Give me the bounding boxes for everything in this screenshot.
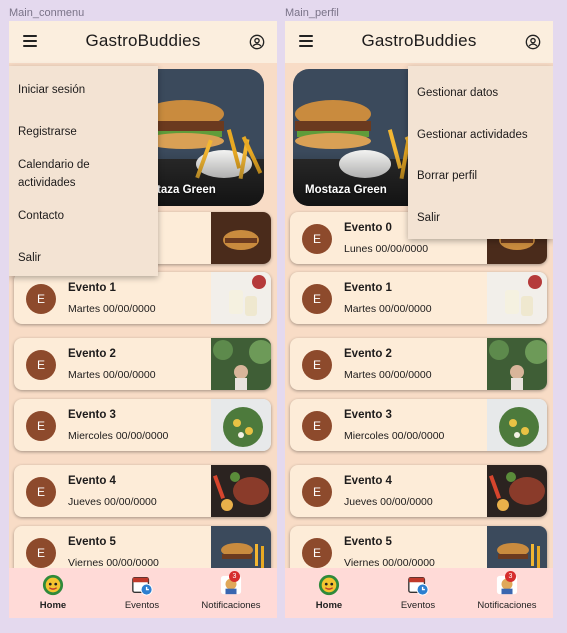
event-date: Jueves 00/00/0000 (68, 496, 157, 508)
calendar-clock-icon (132, 576, 153, 596)
profile-menu: Gestionar datos Gestionar actividades Bo… (408, 66, 553, 239)
event-date: Martes 00/00/0000 (344, 369, 432, 381)
event-avatar: E (302, 350, 332, 380)
app-title: GastroBuddies (361, 31, 477, 50)
menu-item-contacto[interactable]: Contacto (18, 207, 150, 225)
event-thumbnail (211, 212, 271, 264)
frame-label-main-conmenu: Main_conmenu (9, 7, 85, 19)
calendar-clock-icon (408, 576, 429, 596)
event-thumbnail (211, 272, 271, 324)
event-thumbnail (211, 465, 271, 517)
event-title: Evento 2 (344, 348, 392, 360)
event-title: Evento 4 (68, 475, 116, 487)
event-title: Evento 3 (344, 409, 392, 421)
hero-restaurant-name: Mostaza Green (305, 184, 387, 196)
menu-item-gestionar-actividades[interactable]: Gestionar actividades (417, 126, 545, 144)
menu-item-gestionar-datos[interactable]: Gestionar datos (417, 84, 545, 102)
event-date: Jueves 00/00/0000 (344, 496, 433, 508)
event-thumbnail (487, 338, 547, 390)
app-bar: GastroBuddies (285, 21, 553, 63)
notification-badge: 3 (505, 571, 516, 582)
event-avatar: E (302, 284, 332, 314)
event-avatar: E (302, 477, 332, 507)
navigation-menu: Iniciar sesión Registrarse Calendario de… (9, 66, 158, 276)
event-card[interactable]: E Evento 2 Martes 00/00/0000 (14, 338, 271, 390)
nav-notifications[interactable]: 3 Notificaciones (191, 571, 271, 611)
event-card[interactable]: E Evento 3 Miercoles 00/00/0000 (14, 399, 271, 451)
nav-home[interactable]: Home (13, 574, 93, 611)
nav-home-label: Home (39, 600, 67, 611)
event-avatar: E (302, 538, 332, 568)
notification-badge: 3 (229, 571, 240, 582)
event-title: Evento 5 (68, 536, 116, 548)
event-avatar: E (302, 224, 332, 254)
nav-notifications-label: Notificaciones (201, 600, 261, 611)
nav-events[interactable]: Eventos (102, 574, 182, 611)
app-title: GastroBuddies (85, 31, 201, 50)
event-thumbnail (487, 272, 547, 324)
event-date: Miercoles 00/00/0000 (344, 430, 445, 442)
menu-item-iniciar-sesion[interactable]: Iniciar sesión (18, 81, 150, 99)
event-title: Evento 3 (68, 409, 116, 421)
home-icon (42, 574, 64, 596)
event-thumbnail (487, 399, 547, 451)
event-date: Martes 00/00/0000 (68, 369, 156, 381)
event-avatar: E (26, 350, 56, 380)
nav-events-label: Eventos (124, 600, 160, 611)
event-avatar: E (302, 411, 332, 441)
event-title: Evento 2 (68, 348, 116, 360)
menu-item-registrarse[interactable]: Registrarse (18, 123, 150, 141)
event-avatar: E (26, 477, 56, 507)
nav-events-label: Eventos (400, 600, 436, 611)
event-date: Miercoles 00/00/0000 (68, 430, 169, 442)
event-date: Martes 00/00/0000 (344, 303, 432, 315)
event-avatar: E (26, 284, 56, 314)
event-avatar: E (26, 538, 56, 568)
menu-item-borrar-perfil[interactable]: Borrar perfil (417, 167, 545, 185)
app-bar: GastroBuddies (9, 21, 277, 63)
event-thumbnail (211, 338, 271, 390)
nav-home-label: Home (315, 600, 343, 611)
event-card[interactable]: E Evento 1 Martes 00/00/0000 (14, 272, 271, 324)
event-title: Evento 5 (344, 536, 392, 548)
menu-item-salir[interactable]: Salir (417, 209, 545, 227)
event-card[interactable]: E Evento 1 Martes 00/00/0000 (290, 272, 547, 324)
event-title: Evento 1 (344, 282, 392, 294)
bottom-navigation: Home Eventos 3 Notificaciones (9, 568, 277, 618)
event-card[interactable]: E Evento 3 Miercoles 00/00/0000 (290, 399, 547, 451)
nav-notifications-label: Notificaciones (477, 600, 537, 611)
event-date: Martes 00/00/0000 (68, 303, 156, 315)
menu-item-salir[interactable]: Salir (18, 249, 150, 267)
home-icon (318, 574, 340, 596)
nav-home[interactable]: Home (289, 574, 369, 611)
event-card[interactable]: E Evento 4 Jueves 00/00/0000 (290, 465, 547, 517)
event-thumbnail (487, 465, 547, 517)
event-title: Evento 1 (68, 282, 116, 294)
nav-notifications[interactable]: 3 Notificaciones (467, 571, 547, 611)
event-title: Evento 4 (344, 475, 392, 487)
bottom-navigation: Home Eventos 3 Notificaciones (285, 568, 553, 618)
menu-item-calendario[interactable]: Calendario de actividades (18, 156, 150, 192)
phone-screen-main-perfil: GastroBuddies Mostaza Green E Evento 0 L… (285, 21, 553, 618)
frame-label-main-perfil: Main_perfil (285, 7, 339, 19)
event-date: Lunes 00/00/0000 (344, 243, 429, 255)
nav-events[interactable]: Eventos (378, 574, 458, 611)
account-circle-icon[interactable] (525, 34, 541, 50)
event-thumbnail (211, 399, 271, 451)
event-card[interactable]: E Evento 2 Martes 00/00/0000 (290, 338, 547, 390)
event-avatar: E (26, 411, 56, 441)
account-circle-icon[interactable] (249, 34, 265, 50)
event-card[interactable]: E Evento 4 Jueves 00/00/0000 (14, 465, 271, 517)
phone-screen-main-conmenu: GastroBuddies Mostaza Green E Evento 1 M… (9, 21, 277, 618)
event-title: Evento 0 (344, 222, 392, 234)
